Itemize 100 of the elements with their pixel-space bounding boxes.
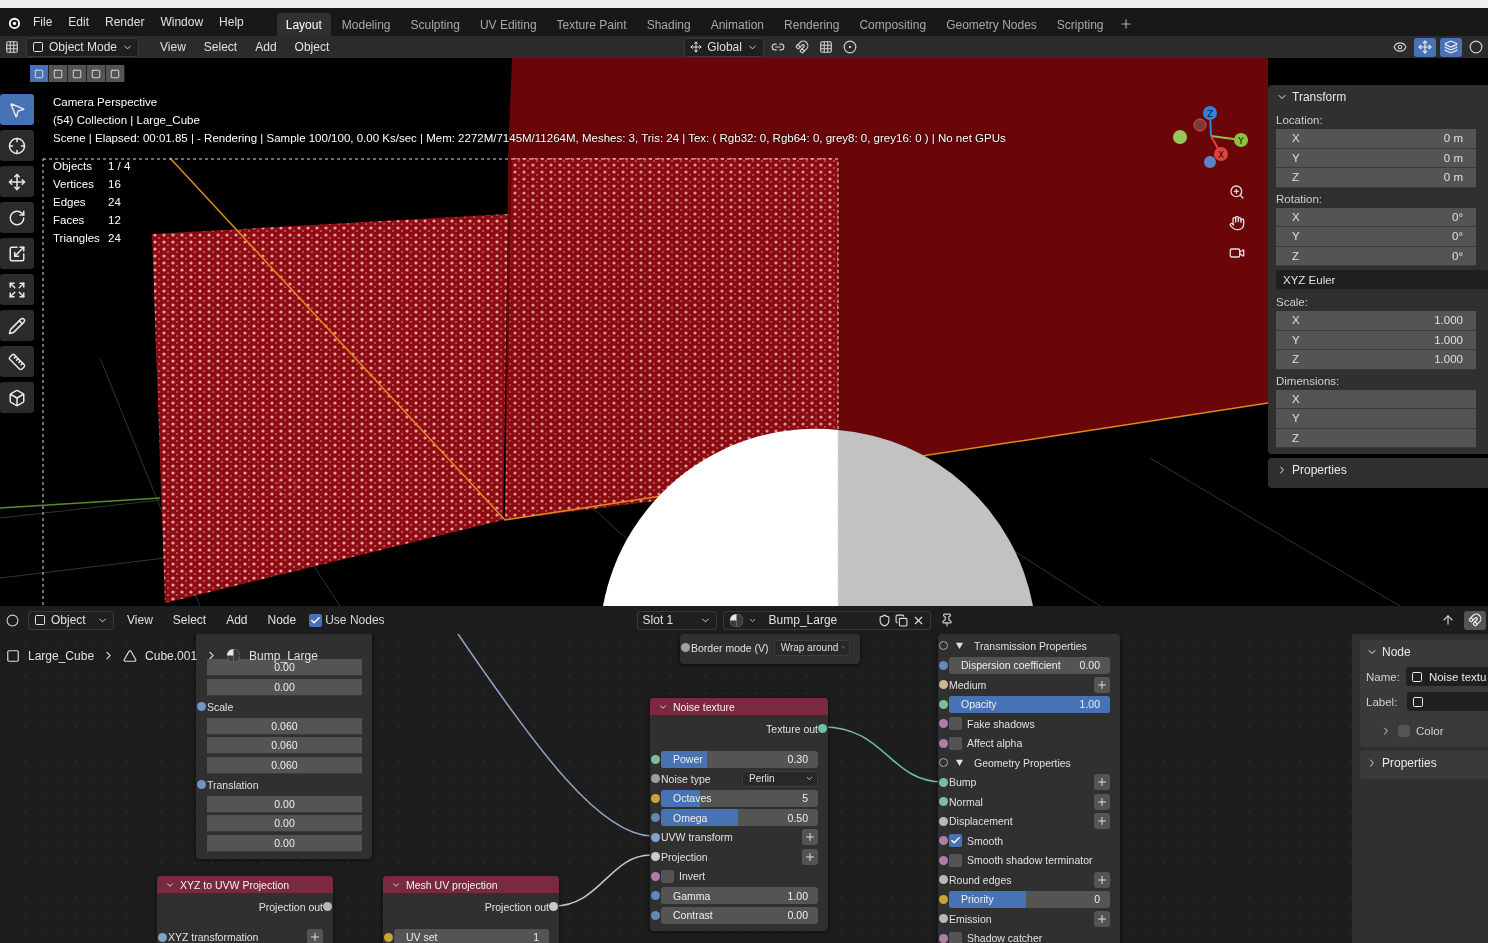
mode-dropdown[interactable]: Object Mode bbox=[26, 37, 140, 57]
panel-title[interactable]: Transform bbox=[1292, 90, 1347, 104]
tool-button[interactable] bbox=[0, 274, 34, 305]
socket-dot[interactable] bbox=[818, 724, 827, 733]
grid-icon[interactable] bbox=[818, 40, 833, 54]
socket-dot[interactable] bbox=[939, 894, 948, 904]
circle-dot-icon[interactable] bbox=[842, 40, 857, 54]
number-field[interactable]: Z 1.000 bbox=[1276, 350, 1476, 370]
checkbox[interactable] bbox=[949, 834, 962, 848]
section-label[interactable]: Geometry Properties bbox=[974, 756, 1071, 769]
dropdown[interactable]: Wrap around bbox=[773, 639, 850, 656]
menu-item[interactable]: Edit bbox=[61, 12, 97, 32]
menu-item[interactable]: Help bbox=[212, 12, 251, 32]
socket-dot[interactable] bbox=[939, 855, 948, 865]
triangle-down-icon[interactable] bbox=[955, 641, 964, 651]
hand-icon[interactable] bbox=[1229, 215, 1245, 231]
socket-dot[interactable] bbox=[939, 933, 948, 943]
socket-dot[interactable] bbox=[939, 660, 948, 670]
number-field[interactable]: X 1.000 bbox=[1276, 311, 1476, 331]
workspace-tab[interactable]: Layout bbox=[276, 12, 331, 37]
socket-dot[interactable] bbox=[939, 875, 948, 884]
color-swatch[interactable] bbox=[1398, 724, 1410, 737]
checkbox[interactable] bbox=[661, 869, 674, 883]
number-field[interactable]: Dispersion coefficient 0.00 bbox=[949, 656, 1110, 674]
node-card[interactable] bbox=[938, 634, 1120, 943]
arrow-up-icon[interactable] bbox=[1441, 613, 1455, 627]
eye-icon[interactable] bbox=[1393, 40, 1407, 54]
tool-button[interactable] bbox=[0, 130, 34, 161]
slider-field[interactable]: Octaves 5 bbox=[661, 789, 818, 807]
axis-gizmo-drawing[interactable]: Z Y X bbox=[1169, 96, 1251, 171]
menu-item[interactable]: Add bbox=[219, 610, 255, 630]
socket-dot[interactable] bbox=[549, 902, 558, 911]
number-field[interactable]: X 0° bbox=[1276, 207, 1476, 227]
number-field[interactable]: Gamma 1.00 bbox=[661, 887, 818, 905]
checkbox[interactable] bbox=[949, 717, 962, 731]
app-logo-icon[interactable] bbox=[7, 15, 21, 29]
breadcrumb[interactable]: Large_Cube bbox=[28, 648, 95, 663]
add-button[interactable] bbox=[1094, 774, 1110, 791]
number-field[interactable]: 0.00 bbox=[207, 815, 362, 833]
socket-dot[interactable] bbox=[651, 910, 660, 920]
socket-dot[interactable] bbox=[651, 774, 660, 783]
material-selector[interactable]: Bump_Large bbox=[722, 610, 931, 630]
checkbox[interactable] bbox=[309, 613, 323, 627]
number-field[interactable]: 0.060 bbox=[207, 717, 362, 735]
socket-dot[interactable] bbox=[939, 836, 948, 845]
workspace-tab[interactable]: Modeling bbox=[332, 12, 400, 37]
overlay-toggle-button[interactable] bbox=[1440, 37, 1462, 57]
number-field[interactable]: Contrast 0.00 bbox=[661, 906, 818, 924]
tool-button[interactable] bbox=[0, 346, 34, 377]
tool-button[interactable] bbox=[0, 202, 34, 233]
workspace-tab[interactable]: UV Editing bbox=[470, 12, 546, 37]
number-field[interactable]: 0.00 bbox=[207, 795, 362, 813]
name-field[interactable]: Noise textu bbox=[1405, 667, 1488, 686]
menu-item[interactable]: Select bbox=[196, 37, 245, 57]
menu-item[interactable]: Node bbox=[260, 610, 304, 630]
socket-dot[interactable] bbox=[651, 852, 660, 861]
slider-field[interactable]: Omega 0.50 bbox=[661, 809, 818, 827]
workspace-tab[interactable]: Compositing bbox=[850, 12, 936, 37]
add-button[interactable] bbox=[1094, 813, 1110, 830]
zoom-icon[interactable] bbox=[1229, 184, 1245, 200]
dropdown[interactable]: Perlin bbox=[742, 770, 818, 787]
panel-title[interactable]: Properties bbox=[1292, 463, 1347, 477]
node-header[interactable]: XYZ to UVW Projection bbox=[157, 876, 333, 893]
plus-icon[interactable] bbox=[1118, 17, 1133, 31]
node-header[interactable]: Noise texture bbox=[650, 698, 828, 715]
add-button[interactable] bbox=[1094, 910, 1110, 927]
panel-title[interactable]: Properties bbox=[1382, 756, 1437, 770]
add-button[interactable] bbox=[802, 829, 818, 846]
grid-icon[interactable] bbox=[5, 40, 19, 54]
number-field[interactable]: Y bbox=[1276, 409, 1476, 429]
menu-item[interactable]: Add bbox=[248, 37, 284, 57]
socket-dot[interactable] bbox=[651, 832, 660, 842]
node-header[interactable]: Mesh UV projection bbox=[383, 876, 559, 893]
socket-dot[interactable] bbox=[939, 699, 948, 709]
select-mode-button[interactable] bbox=[68, 65, 87, 82]
socket-dot[interactable] bbox=[651, 793, 660, 803]
number-field[interactable]: Y 0 m bbox=[1276, 148, 1476, 168]
socket-dot[interactable] bbox=[651, 813, 660, 822]
menu-item[interactable]: View bbox=[153, 37, 193, 57]
shield-icon[interactable] bbox=[877, 613, 891, 627]
rotation-mode-dropdown[interactable]: XYZ Euler bbox=[1276, 270, 1488, 289]
tool-button[interactable] bbox=[0, 238, 34, 269]
node-card[interactable]: XYZ to UVW Projection Projection out XYZ transformation bbox=[157, 876, 333, 943]
triangle-down-icon[interactable] bbox=[955, 758, 964, 768]
select-mode-button[interactable] bbox=[87, 65, 106, 82]
menu-item[interactable]: File bbox=[26, 12, 60, 32]
number-field[interactable]: Y 1.000 bbox=[1276, 330, 1476, 350]
socket-dot[interactable] bbox=[939, 797, 948, 806]
number-field[interactable]: Z bbox=[1276, 428, 1476, 448]
number-field[interactable]: UV set 1 bbox=[394, 928, 549, 943]
number-field[interactable]: Y 0° bbox=[1276, 227, 1476, 247]
socket-dot[interactable] bbox=[939, 719, 948, 728]
circle-icon[interactable] bbox=[5, 613, 19, 627]
tool-button[interactable] bbox=[0, 382, 34, 413]
socket-dot[interactable] bbox=[384, 932, 393, 942]
socket-dot[interactable] bbox=[323, 902, 332, 911]
slider-field[interactable]: Power 0.30 bbox=[661, 750, 818, 768]
add-button[interactable] bbox=[1094, 871, 1110, 888]
checkbox[interactable] bbox=[949, 931, 962, 943]
socket-dot[interactable] bbox=[651, 871, 660, 881]
